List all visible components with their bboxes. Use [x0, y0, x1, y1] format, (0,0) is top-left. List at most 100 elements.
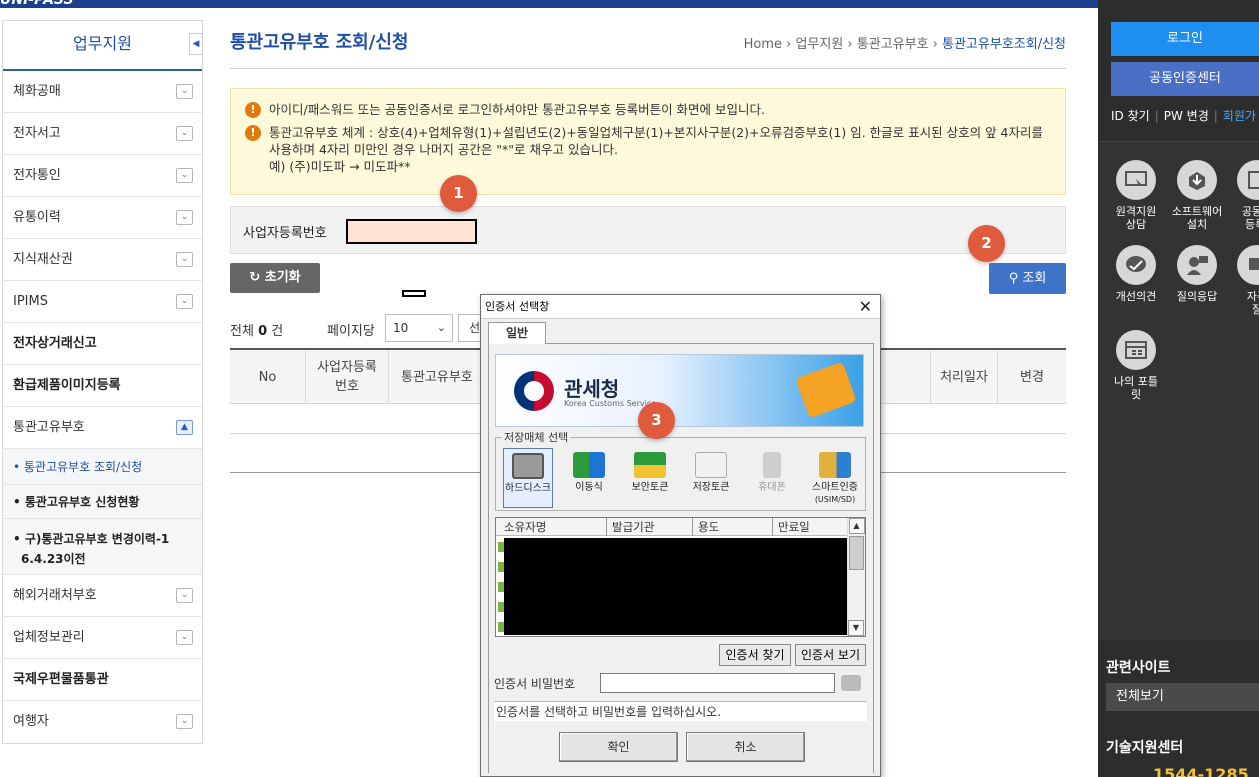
- sidebar-subitem-customs-code-status[interactable]: • 통관고유부호 신청현황: [3, 485, 202, 519]
- account-links: ID 찾기 | PW 변경 | 회원가: [1111, 109, 1256, 123]
- reset-button[interactable]: ↻ 초기화: [230, 263, 320, 293]
- list-total: 전체 0 건: [230, 324, 284, 339]
- notice-box: ! 아이디/패스워드 또는 공동인증서로 로그인하셔야만 통관고유부호 등록버튼…: [230, 88, 1066, 195]
- feedback-icon: [1116, 245, 1156, 285]
- chevron-down-icon[interactable]: ⌄: [176, 84, 193, 99]
- cert-center-button[interactable]: 공동인증센터: [1111, 62, 1259, 96]
- close-icon[interactable]: ✕: [859, 295, 872, 319]
- id-find-link[interactable]: ID 찾기: [1111, 109, 1150, 123]
- sidebar-item-ipims[interactable]: IPIMS ⌄: [3, 281, 202, 323]
- chevron-down-icon[interactable]: ⌄: [176, 210, 193, 225]
- media-harddisk[interactable]: 하드디스크: [503, 448, 553, 508]
- sidebar-item-refund-image[interactable]: 환급제품이미지등록: [3, 365, 202, 407]
- quick-software-install[interactable]: 소프트웨어 설치: [1167, 160, 1227, 231]
- media-removable[interactable]: 이동식: [564, 448, 614, 508]
- biz-number-input[interactable]: [346, 219, 477, 244]
- tech-support-title: 기술지원센터: [1106, 740, 1184, 756]
- chevron-down-icon[interactable]: ⌄: [176, 126, 193, 141]
- sidebar-subitem-customs-code-history[interactable]: • 구)통관고유부호 변경이력-1 6.4.23이전: [3, 519, 202, 575]
- media-storage-token[interactable]: 저장토큰: [686, 448, 736, 508]
- col-biz-number: 사업자등록 번호: [306, 350, 389, 404]
- breadcrumb-sep: ›: [847, 37, 853, 52]
- chevron-down-icon[interactable]: ⌄: [176, 630, 193, 645]
- status-message: 인증서를 선택하고 비밀번호를 입력하십시오.: [494, 701, 867, 721]
- dialog-titlebar: 인증서 선택창 ✕: [481, 295, 880, 319]
- cert-password-input[interactable]: [600, 673, 835, 693]
- scroll-down-icon[interactable]: ▼: [848, 620, 864, 636]
- breadcrumb-customs-code[interactable]: 통관고유부호: [857, 37, 929, 52]
- view-cert-button[interactable]: 인증서 보기: [795, 644, 866, 666]
- breadcrumb-sep: ›: [786, 37, 792, 52]
- search-button[interactable]: ⚲ 조회: [989, 263, 1066, 294]
- sidebar-item-distribution-history[interactable]: 유통이력 ⌄: [3, 197, 202, 239]
- media-smart-cert[interactable]: 스마트인증 (USIM/SD): [807, 448, 863, 508]
- redacted-cert-rows: [504, 538, 848, 635]
- sidebar-item-traveler[interactable]: 여행자 ⌄: [3, 701, 202, 743]
- cert-register-icon: [1237, 160, 1259, 200]
- login-button[interactable]: 로그인: [1111, 22, 1259, 56]
- scroll-thumb[interactable]: [849, 536, 864, 570]
- usb-icon: [573, 452, 605, 478]
- join-link[interactable]: 회원가: [1223, 109, 1256, 123]
- quick-feedback[interactable]: 개선의견: [1106, 245, 1166, 303]
- tab-general[interactable]: 일반: [488, 322, 546, 344]
- find-cert-button[interactable]: 인증서 찾기: [719, 644, 791, 666]
- faq-icon: [1237, 245, 1259, 285]
- related-sites-title: 관련사이트: [1106, 660, 1171, 676]
- chevron-down-icon[interactable]: ⌄: [176, 588, 193, 603]
- sidebar-item-ecommerce[interactable]: 전자상거래신고: [3, 323, 202, 365]
- per-page-select[interactable]: 10 ⌄: [385, 314, 453, 342]
- col-customs-code: 통관고유부호: [389, 350, 489, 404]
- ok-button[interactable]: 확인: [559, 732, 678, 762]
- sidebar-item-company-info[interactable]: 업체정보관리 ⌄: [3, 617, 202, 659]
- remote-support-icon: [1116, 160, 1156, 200]
- col-no: No: [230, 350, 306, 404]
- step-badge-1: 1: [440, 175, 477, 212]
- chevron-down-icon[interactable]: ⌄: [176, 168, 193, 183]
- chevron-down-icon[interactable]: ⌄: [176, 294, 193, 309]
- cert-password-label: 인증서 비밀번호: [494, 677, 576, 691]
- quick-faq[interactable]: 자주 질: [1227, 245, 1259, 316]
- security-token-icon: [634, 452, 666, 478]
- breadcrumb-current: 통관고유부호조회/신청: [942, 37, 1066, 52]
- sidebar-item-foreign-partner[interactable]: 해외거래처부호 ⌄: [3, 575, 202, 617]
- sidebar-subitem-customs-code-search[interactable]: • 통관고유부호 조회/신청: [3, 449, 202, 485]
- site-logo[interactable]: UNI-PASS: [0, 0, 74, 8]
- title-divider: [230, 68, 1066, 69]
- col-processed-date: 처리일자: [930, 350, 998, 404]
- chevron-down-icon: ⌄: [436, 321, 446, 334]
- col-change: 변경: [1020, 369, 1044, 385]
- related-sites-select[interactable]: 전체보기: [1106, 683, 1259, 711]
- sidebar-item-disposal[interactable]: 체화공매 ⌄: [3, 71, 202, 113]
- quick-remote-support[interactable]: 원격지원 상담: [1106, 160, 1166, 231]
- sidebar-item-e-seal[interactable]: 전자통인 ⌄: [3, 155, 202, 197]
- quick-menu: 원격지원 상담 소프트웨어 설치 공동인 등록/ 개선의견 질의응답 자주 질 …: [1099, 141, 1259, 640]
- portlet-icon: [1116, 330, 1156, 370]
- quick-qna[interactable]: 질의응답: [1167, 245, 1227, 303]
- sidebar-item-intl-mail[interactable]: 국제우편물품통관: [3, 659, 202, 701]
- cert-list[interactable]: 소유자명 발급기관 용도 만료일 ▲ ▼: [495, 517, 866, 637]
- quick-cert-register[interactable]: 공동인 등록/: [1227, 160, 1259, 231]
- media-mobile[interactable]: 휴대폰: [747, 448, 797, 508]
- page-title: 통관고유부호 조회/신청: [230, 32, 409, 53]
- pw-change-link[interactable]: PW 변경: [1164, 109, 1209, 123]
- chevron-up-icon[interactable]: ▲: [176, 420, 193, 435]
- quick-portlet[interactable]: 나의 포틀 릿: [1106, 330, 1166, 401]
- keyboard-icon[interactable]: [841, 675, 861, 691]
- sidebar-item-ip[interactable]: 지식재산권 ⌄: [3, 239, 202, 281]
- cert-list-scrollbar[interactable]: ▲ ▼: [847, 518, 865, 636]
- sidebar-item-archive[interactable]: 전자서고 ⌄: [3, 113, 202, 155]
- scroll-up-icon[interactable]: ▲: [848, 518, 865, 534]
- right-panel: 로그인 공동인증센터 ID 찾기 | PW 변경 | 회원가 원격지원 상담 소프트웨어…: [1098, 0, 1259, 777]
- storage-token-icon: [695, 452, 727, 478]
- sidebar: 업무지원 ◀ 체화공매 ⌄ 전자서고 ⌄ 전자통인 ⌄ 유통이력 ⌄ 지식재산권 ⌄ IP…: [2, 20, 203, 744]
- breadcrumb-home[interactable]: Home: [744, 37, 782, 52]
- chevron-down-icon[interactable]: ⌄: [176, 714, 193, 729]
- refresh-icon: ↻: [249, 270, 261, 285]
- collapse-arrow-icon[interactable]: ◀: [189, 33, 203, 55]
- cancel-button[interactable]: 취소: [686, 732, 805, 762]
- chevron-down-icon[interactable]: ⌄: [176, 252, 193, 267]
- media-security-token[interactable]: 보안토큰: [625, 448, 675, 508]
- sidebar-item-customs-code[interactable]: 통관고유부호 ▲: [3, 407, 202, 449]
- breadcrumb-support[interactable]: 업무지원: [795, 37, 843, 52]
